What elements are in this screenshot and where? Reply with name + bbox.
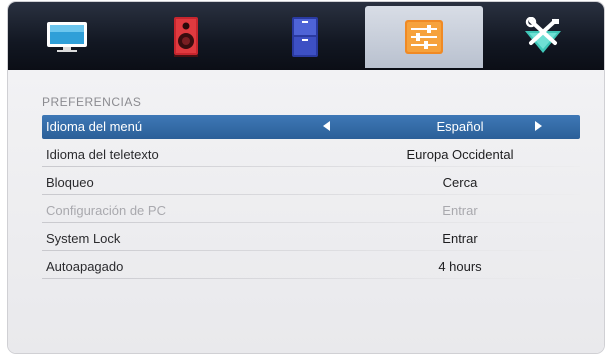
row-value: Español xyxy=(436,119,484,134)
divider xyxy=(42,250,580,251)
divider xyxy=(42,166,580,167)
arrow-left-icon[interactable] xyxy=(323,121,330,131)
arrow-right-icon[interactable] xyxy=(535,121,542,131)
channel-list-icon xyxy=(292,17,318,57)
tools-icon xyxy=(525,17,561,53)
tab-channel[interactable] xyxy=(246,6,364,68)
settings-sliders-icon xyxy=(405,20,443,54)
category-tab-bar xyxy=(8,2,604,70)
menu-row-teletext-language[interactable]: Idioma del teletexto Europa Occidental xyxy=(42,143,580,167)
divider xyxy=(42,278,580,279)
tv-icon xyxy=(47,22,87,52)
row-label: Idioma del teletexto xyxy=(46,147,159,162)
menu-row-pc-setup: Configuración de PC Entrar xyxy=(42,199,580,223)
menu-row-auto-standby[interactable]: Autoapagado 4 hours xyxy=(42,255,580,279)
row-label: Bloqueo xyxy=(46,175,94,190)
row-label: Configuración de PC xyxy=(46,203,166,218)
tab-tools[interactable] xyxy=(484,6,602,68)
speaker-icon xyxy=(174,17,198,57)
divider xyxy=(42,222,580,223)
divider xyxy=(42,194,580,195)
row-label: Autoapagado xyxy=(46,259,124,274)
tab-picture[interactable] xyxy=(8,6,126,68)
row-value: 4 hours xyxy=(438,259,482,274)
tab-sound[interactable] xyxy=(127,6,245,68)
row-value: Cerca xyxy=(442,175,478,190)
row-label: System Lock xyxy=(46,231,121,246)
menu-row-menu-language[interactable]: Idioma del menú Español xyxy=(42,115,580,139)
menu-row-lock[interactable]: Bloqueo Cerca xyxy=(42,171,580,195)
row-value: Europa Occidental xyxy=(406,147,514,162)
row-value: Entrar xyxy=(442,231,478,246)
tv-menu-screen: PREFERENCIAS Idioma del menú Español Idi… xyxy=(8,2,604,353)
section-title: PREFERENCIAS xyxy=(42,95,142,109)
tab-settings[interactable] xyxy=(365,6,483,68)
row-value: Entrar xyxy=(442,203,478,218)
row-label: Idioma del menú xyxy=(46,119,143,134)
menu-row-system-lock[interactable]: System Lock Entrar xyxy=(42,227,580,251)
